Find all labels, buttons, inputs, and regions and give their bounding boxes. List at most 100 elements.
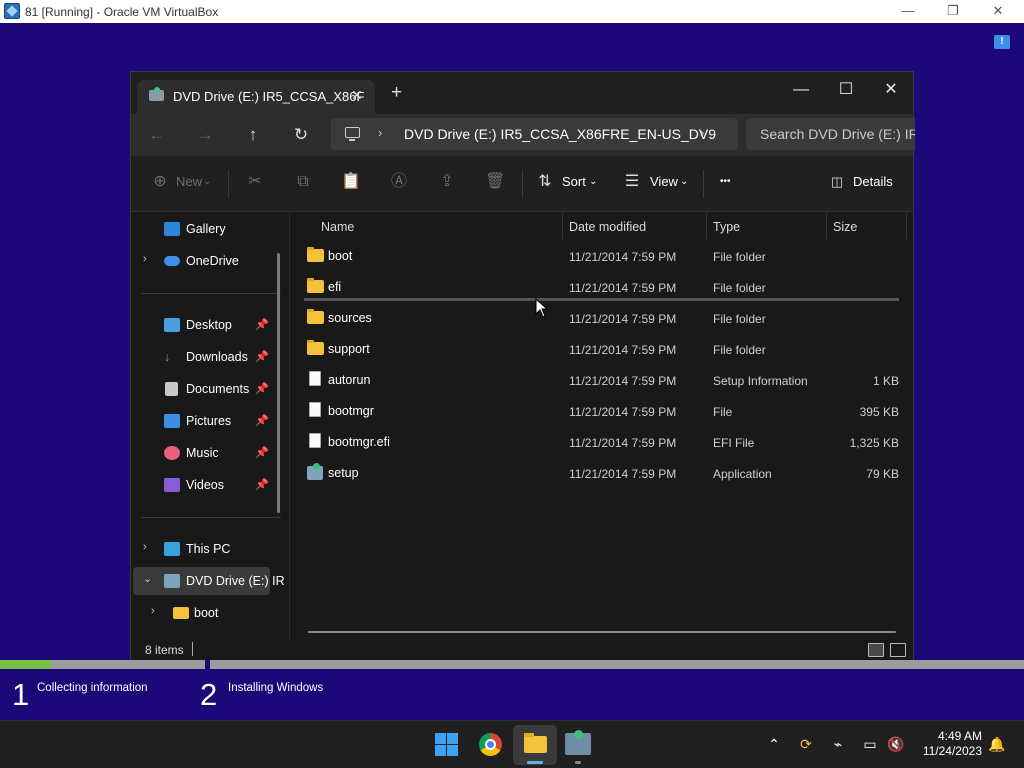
expand-chevron-icon[interactable]: › [151,605,155,617]
explorer-tab[interactable]: DVD Drive (E:) IR5_CCSA_X86F ✕ [137,80,375,114]
view-icon[interactable]: ☰ [622,172,642,192]
new-chevron-icon[interactable]: ⌄ [203,176,211,187]
expand-chevron-icon[interactable]: › [143,541,147,553]
windows-logo-pane [435,745,446,756]
pin-icon[interactable]: 📌 [255,382,269,395]
sidebar-item-gallery[interactable]: Gallery [131,215,289,243]
column-divider[interactable] [826,213,827,239]
sidebar-item-onedrive[interactable]: › OneDrive [131,247,289,275]
breadcrumb-path[interactable]: DVD Drive (E:) IR5_CCSA_X86FRE_EN-US_DV9 [404,126,716,142]
search-box[interactable]: Search DVD Drive (E:) IR5 [746,118,915,150]
file-row[interactable]: setup 11/21/2014 7:59 PM Application 79 KB [302,458,901,489]
notification-icon[interactable]: ! [994,35,1010,49]
sidebar-item-videos[interactable]: Videos 📌 [131,471,289,499]
column-header-name[interactable]: Name [321,220,354,234]
breadcrumb-separator-end[interactable]: › [700,125,704,140]
sidebar-item-pictures[interactable]: Pictures 📌 [131,407,289,435]
rename-icon[interactable]: Ⓐ [389,172,409,192]
details-button[interactable]: Details [853,174,893,189]
column-divider[interactable] [706,213,707,239]
file-row[interactable]: boot 11/21/2014 7:59 PM File folder [302,241,901,272]
system-clock[interactable]: 4:49 AM 11/24/2023 [918,729,982,759]
share-icon[interactable]: ⇪ [437,172,457,192]
sidebar-item-downloads[interactable]: ↓ Downloads 📌 [131,343,289,371]
details-view-button[interactable] [868,643,884,657]
sidebar-item-dvd-drive[interactable]: ⌄ DVD Drive (E:) IR [131,567,289,595]
new-icon[interactable]: ⊕ [150,172,170,192]
new-button[interactable]: New [176,174,202,189]
sidebar-item-label: This PC [186,542,231,556]
file-row[interactable]: bootmgr 11/21/2014 7:59 PM File 395 KB [302,396,901,427]
file-explorer-taskbar-button[interactable] [513,725,557,765]
sidebar-item-desktop[interactable]: Desktop 📌 [131,311,289,339]
taskbar: ⌃ ⟳ ⌁ ▭ 🔇 4:49 AM 11/24/2023 🔔 [0,720,1024,768]
file-date-modified: 11/21/2014 7:59 PM [569,405,677,419]
pin-icon[interactable]: 📌 [255,478,269,491]
vbox-close-button[interactable]: ✕ [975,3,1021,20]
sidebar-item-this-pc[interactable]: › This PC [131,535,289,563]
network-offline-icon[interactable]: ⌁ [829,735,847,753]
vbox-minimize-button[interactable]: — [885,3,931,20]
pin-icon[interactable]: 📌 [255,318,269,331]
maximize-button[interactable]: ☐ [823,76,869,104]
pin-icon[interactable]: 📌 [255,350,269,363]
file-row[interactable]: bootmgr.efi 11/21/2014 7:59 PM EFI File 1,3… [302,427,901,458]
file-type: Application [713,467,772,481]
sidebar-item-label: DVD Drive (E:) IR [186,574,285,588]
sidebar-scrollbar[interactable] [277,253,280,513]
file-date-modified: 11/21/2014 7:59 PM [569,436,677,450]
pin-icon[interactable]: 📌 [255,446,269,459]
file-type: Setup Information [713,374,808,388]
toolbar-divider [522,170,523,198]
column-header-type[interactable]: Type [713,220,740,234]
more-options-button[interactable]: ••• [720,176,731,187]
sync-icon[interactable]: ⟳ [797,735,815,753]
up-button[interactable]: ↑ [238,123,268,147]
file-row[interactable]: sources 11/21/2014 7:59 PM File folder [302,303,901,334]
sort-icon[interactable]: ⇅ [535,172,555,192]
back-button[interactable]: ← [142,123,172,147]
collapse-chevron-icon[interactable]: ⌄ [143,572,152,585]
folder-icon [307,247,324,262]
sidebar-item-documents[interactable]: Documents 📌 [131,375,289,403]
paste-icon[interactable]: 📋 [341,172,361,192]
file-row[interactable]: support 11/21/2014 7:59 PM File folder [302,334,901,365]
sidebar-item-music[interactable]: Music 📌 [131,439,289,467]
sort-button[interactable]: Sort [562,174,586,189]
sort-chevron-icon[interactable]: ⌄ [589,176,597,187]
start-button[interactable] [435,733,458,756]
view-chevron-icon[interactable]: ⌄ [680,176,688,187]
column-divider[interactable] [562,213,563,239]
close-button[interactable]: ✕ [868,76,914,104]
minimize-button[interactable]: — [778,76,824,104]
volume-muted-icon[interactable]: 🔇 [887,735,905,753]
file-row[interactable]: autorun 11/21/2014 7:59 PM Setup Informati… [302,365,901,396]
chrome-icon[interactable] [479,733,502,756]
column-divider[interactable] [906,213,907,239]
vbox-restore-button[interactable]: ❐ [930,3,976,20]
sidebar-item-boot[interactable]: › boot [131,599,289,627]
tab-close-button[interactable]: ✕ [351,87,363,104]
refresh-button[interactable]: ↻ [286,123,316,147]
show-hidden-icons-button[interactable]: ⌃ [765,735,783,753]
view-button[interactable]: View [650,174,678,189]
details-pane-icon[interactable]: ◫ [827,172,847,192]
cut-icon[interactable]: ✂ [245,172,265,192]
notifications-bell-icon[interactable]: 🔔 [988,735,1006,753]
setup-taskbar-button[interactable] [565,730,591,764]
large-icons-view-button[interactable] [890,643,906,657]
pin-icon[interactable]: 📌 [255,414,269,427]
expand-chevron-icon[interactable]: › [143,253,147,265]
forward-button[interactable]: → [190,123,220,147]
sidebar-divider [141,517,281,518]
address-bar[interactable]: › DVD Drive (E:) IR5_CCSA_X86FRE_EN-US_D… [331,118,738,150]
horizontal-scrollbar[interactable] [308,631,896,633]
display-icon[interactable]: ▭ [861,735,879,753]
breadcrumb-separator[interactable]: › [378,125,382,140]
delete-icon[interactable]: 🗑 [485,172,505,192]
column-header-date[interactable]: Date modified [569,220,646,234]
copy-icon[interactable]: ⧉ [293,172,313,192]
file-name: bootmgr.efi [328,435,390,449]
new-tab-button[interactable]: + [391,83,402,102]
column-header-size[interactable]: Size [833,220,857,234]
